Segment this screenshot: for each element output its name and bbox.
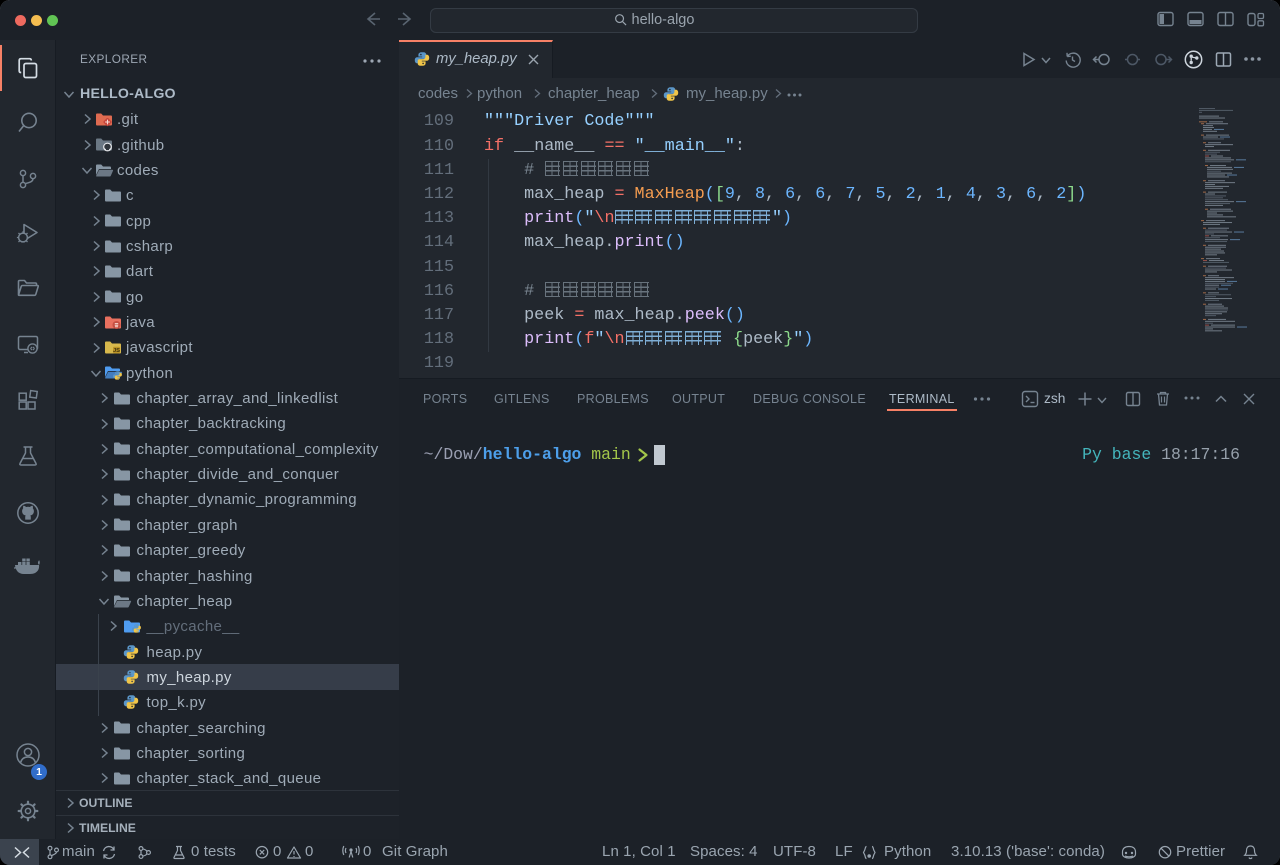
svg-text:JS: JS: [113, 348, 120, 354]
